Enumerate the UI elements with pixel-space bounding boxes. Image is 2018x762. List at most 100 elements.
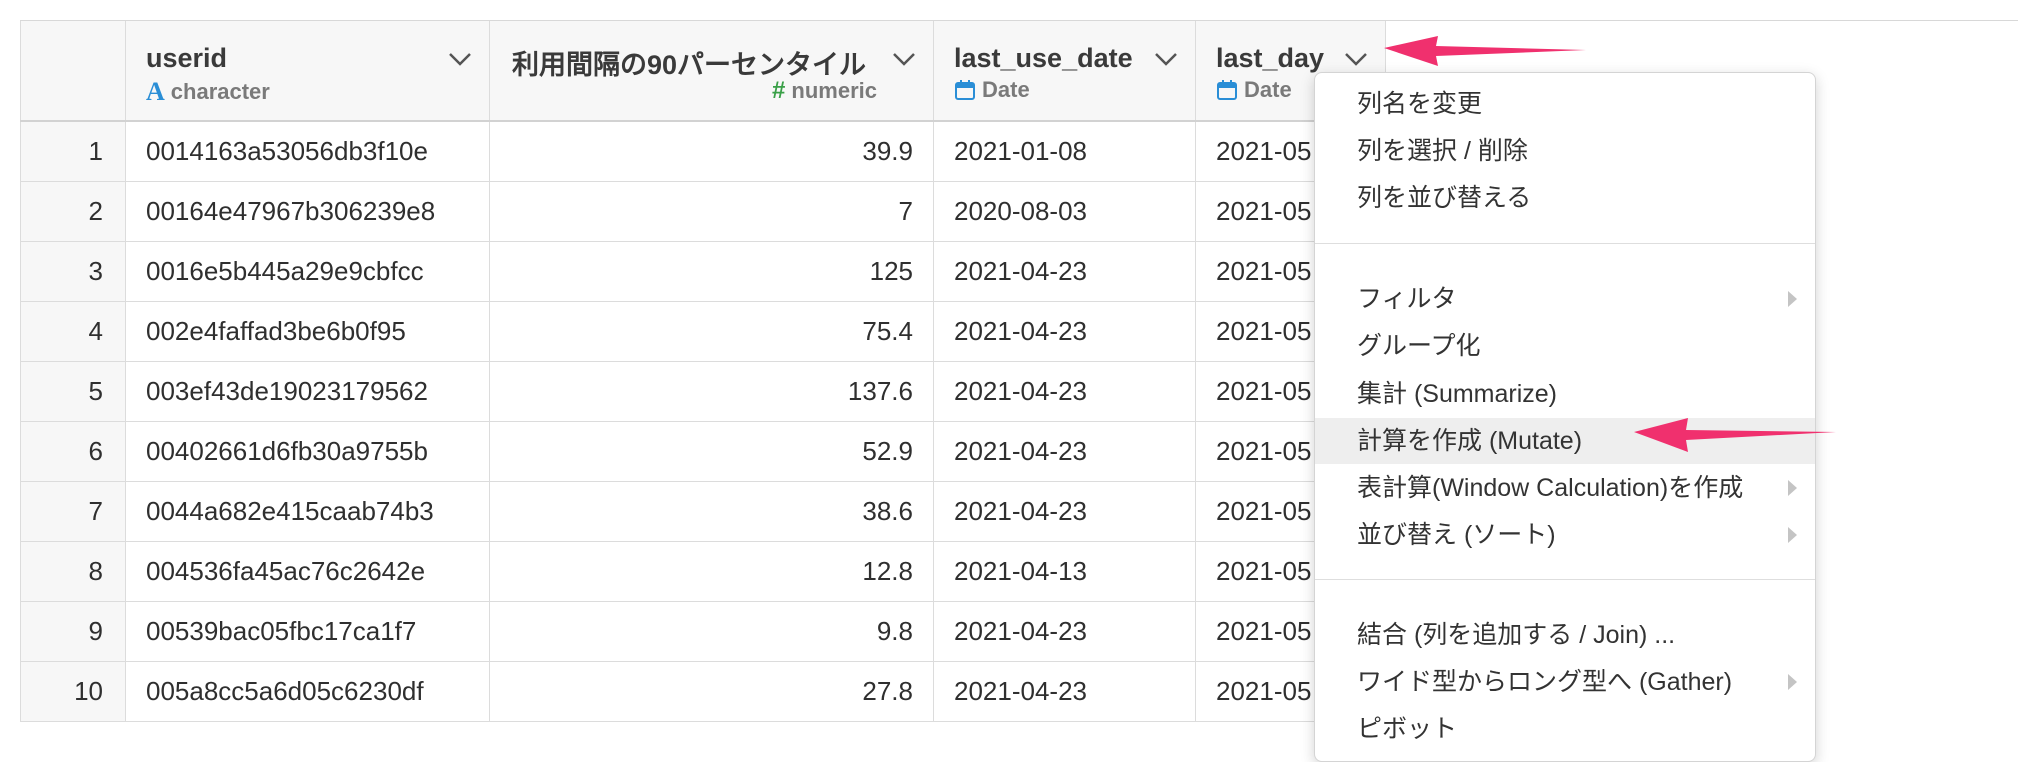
submenu-arrow-icon (1788, 527, 1797, 543)
cell-last-use-date[interactable]: 2021-04-23 (933, 361, 1196, 422)
chevron-down-icon[interactable] (891, 51, 917, 67)
menu-item[interactable]: フィルタ (1315, 276, 1815, 322)
table-row[interactable]: 5 003ef43de19023179562 137.6 2021-04-23 2021… (20, 361, 1386, 422)
column-type: Date (954, 77, 1030, 103)
data-table: userid A character 利用間隔の90パーセンタイル # nume… (20, 21, 1386, 722)
table-row[interactable]: 3 0016e5b445a29e9cbfcc 125 2021-04-23 2021-0… (20, 241, 1386, 302)
menu-item[interactable]: 列を選択 / 削除 (1315, 128, 1815, 174)
table-row[interactable]: 4 002e4faffad3be6b0f95 75.4 2021-04-23 2021-… (20, 301, 1386, 362)
cell-last-use-date[interactable]: 2021-04-23 (933, 481, 1196, 542)
column-header-userid[interactable]: userid A character (125, 21, 490, 122)
submenu-arrow-icon (1788, 291, 1797, 307)
cell-last-use-date[interactable]: 2021-04-23 (933, 241, 1196, 302)
cell-userid[interactable]: 00164e47967b306239e8 (125, 181, 490, 242)
row-number[interactable]: 9 (20, 601, 126, 662)
annotation-arrow (1384, 36, 1586, 66)
menu-item-label: ワイド型からロング型へ (Gather) (1357, 668, 1733, 696)
menu-item[interactable]: ピボット (1315, 706, 1815, 752)
cell-last-use-date[interactable]: 2021-04-23 (933, 601, 1196, 662)
row-number[interactable]: 4 (20, 301, 126, 362)
column-header-percentile[interactable]: 利用間隔の90パーセンタイル # numeric (489, 21, 934, 122)
cell-userid[interactable]: 003ef43de19023179562 (125, 361, 490, 422)
cell-last-use-date[interactable]: 2021-04-23 (933, 661, 1196, 722)
cell-percentile[interactable]: 52.9 (489, 421, 934, 482)
column-name: userid (146, 43, 228, 73)
column-type: A character (146, 77, 270, 107)
menu-item-label: 集計 (Summarize) (1357, 380, 1558, 408)
chevron-down-icon[interactable] (447, 51, 473, 67)
table-row[interactable]: 1 0014163a53056db3f10e 39.9 2021-01-08 2021-… (20, 121, 1386, 182)
cell-userid[interactable]: 004536fa45ac76c2642e (125, 541, 490, 602)
cell-percentile[interactable]: 125 (489, 241, 934, 302)
row-number[interactable]: 10 (20, 661, 126, 722)
cell-percentile[interactable]: 27.8 (489, 661, 934, 722)
menu-item-label: グループ化 (1357, 332, 1481, 360)
cell-last-use-date[interactable]: 2021-04-23 (933, 421, 1196, 482)
menu-item[interactable]: グループ化 (1315, 323, 1815, 369)
menu-item[interactable]: 列を並び替える (1315, 175, 1815, 221)
table-row[interactable]: 9 00539bac05fbc17ca1f7 9.8 2021-04-23 2021-0… (20, 601, 1386, 662)
calendar-icon (954, 79, 976, 101)
cell-percentile[interactable]: 38.6 (489, 481, 934, 542)
menu-item-label: 並び替え (ソート) (1357, 521, 1556, 549)
cell-userid[interactable]: 0044a682e415caab74b3 (125, 481, 490, 542)
cell-userid[interactable]: 00402661d6fb30a9755b (125, 421, 490, 482)
cell-percentile[interactable]: 39.9 (489, 121, 934, 182)
row-number[interactable]: 8 (20, 541, 126, 602)
menu-item[interactable]: 結合 (列を追加する / Join) ... (1315, 612, 1815, 658)
table-row[interactable]: 7 0044a682e415caab74b3 38.6 2021-04-23 2021-… (20, 481, 1386, 542)
menu-item[interactable]: 列名を変更 (1315, 81, 1815, 127)
table-row[interactable]: 2 00164e47967b306239e8 7 2020-08-03 2021-05 (20, 181, 1386, 242)
chevron-down-icon[interactable] (1343, 51, 1369, 67)
chevron-down-icon[interactable] (1153, 51, 1179, 67)
submenu-arrow-icon (1788, 674, 1797, 690)
column-type-label: Date (1244, 77, 1292, 102)
menu-item-label: 列名を変更 (1357, 90, 1483, 118)
menu-item[interactable]: ワイド型からロング型へ (Gather) (1315, 659, 1815, 705)
menu-item-label: ピボット (1357, 715, 1458, 743)
menu-item-label: 表計算(Window Calculation)を作成 (1357, 474, 1744, 502)
cell-last-use-date[interactable]: 2021-04-23 (933, 301, 1196, 362)
row-number[interactable]: 7 (20, 481, 126, 542)
header-row: userid A character 利用間隔の90パーセンタイル # nume… (20, 21, 1386, 122)
numeric-type-icon: # (772, 77, 786, 104)
cell-userid[interactable]: 002e4faffad3be6b0f95 (125, 301, 490, 362)
cell-last-use-date[interactable]: 2021-04-13 (933, 541, 1196, 602)
cell-percentile[interactable]: 12.8 (489, 541, 934, 602)
column-name: last_day (1216, 43, 1325, 73)
row-number[interactable]: 1 (20, 121, 126, 182)
cell-percentile[interactable]: 9.8 (489, 601, 934, 662)
character-type-icon: A (146, 77, 165, 106)
table-row[interactable]: 8 004536fa45ac76c2642e 12.8 2021-04-13 2021-… (20, 541, 1386, 602)
column-type: Date (1216, 77, 1292, 103)
row-number[interactable]: 6 (20, 421, 126, 482)
table-row[interactable]: 10 005a8cc5a6d05c6230df 27.8 2021-04-23 2021… (20, 661, 1386, 722)
cell-percentile[interactable]: 7 (489, 181, 934, 242)
submenu-arrow-icon (1788, 480, 1797, 496)
annotation-arrow (1634, 418, 1836, 452)
cell-percentile[interactable]: 75.4 (489, 301, 934, 362)
cell-userid[interactable]: 005a8cc5a6d05c6230df (125, 661, 490, 722)
cell-userid[interactable]: 00539bac05fbc17ca1f7 (125, 601, 490, 662)
menu-item-label: 列を選択 / 削除 (1357, 137, 1528, 165)
menu-item[interactable]: 表計算(Window Calculation)を作成 (1315, 465, 1815, 511)
calendar-icon (1216, 79, 1238, 101)
column-header-last-use-date[interactable]: last_use_date Date (933, 21, 1196, 122)
row-number[interactable]: 3 (20, 241, 126, 302)
cell-last-use-date[interactable]: 2021-01-08 (933, 121, 1196, 182)
row-number[interactable]: 2 (20, 181, 126, 242)
cell-last-use-date[interactable]: 2020-08-03 (933, 181, 1196, 242)
menu-separator (1315, 243, 1815, 244)
menu-separator (1315, 579, 1815, 580)
menu-item[interactable]: 並び替え (ソート) (1315, 512, 1815, 558)
column-type-label: Date (982, 77, 1030, 102)
cell-userid[interactable]: 0014163a53056db3f10e (125, 121, 490, 182)
row-number[interactable]: 5 (20, 361, 126, 422)
menu-item-label: 列を並び替える (1357, 184, 1532, 212)
cell-userid[interactable]: 0016e5b445a29e9cbfcc (125, 241, 490, 302)
menu-item-label: フィルタ (1357, 285, 1457, 313)
column-type: # numeric (772, 77, 877, 105)
menu-item-label: 計算を作成 (Mutate) (1357, 427, 1583, 455)
cell-percentile[interactable]: 137.6 (489, 361, 934, 422)
table-row[interactable]: 6 00402661d6fb30a9755b 52.9 2021-04-23 2021-… (20, 421, 1386, 482)
